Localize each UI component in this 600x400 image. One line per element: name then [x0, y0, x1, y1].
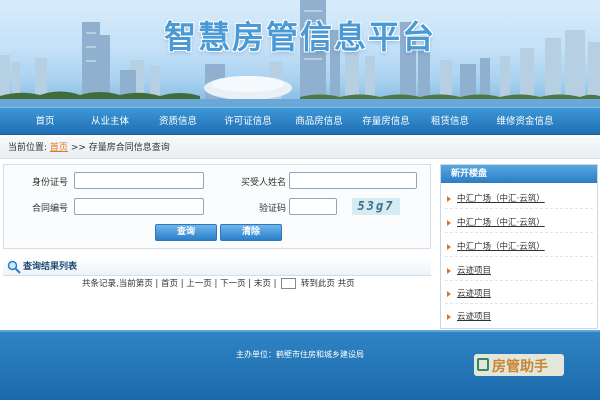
buyer-name-input[interactable] — [289, 172, 417, 189]
divider — [445, 303, 593, 304]
new-projects-panel: 新开楼盘 中汇广场（中汇·云筑） 中汇广场（中汇·云筑） 中汇广场（中汇·云筑）… — [440, 164, 598, 329]
captcha-input[interactable] — [289, 198, 337, 215]
arrow-bullet-icon — [447, 243, 451, 250]
nav-item-existing-housing[interactable]: 存量房信息 — [355, 108, 417, 135]
breadcrumb-separator: >> — [70, 143, 86, 153]
project-link-label: 云迹项目 — [457, 289, 492, 299]
search-form: 身份证号 买受人姓名 合同编号 验证码 53g7 查询 清除 — [3, 164, 431, 249]
arrow-bullet-icon — [447, 313, 451, 320]
header-banner: 智慧房管信息平台 — [0, 0, 600, 107]
divider — [445, 280, 593, 281]
pagination: 共条记录,当前第页 | 首页 | 上一页 | 下一页 | 末页 | 转到此页 共… — [82, 277, 355, 291]
app-logo-icon — [477, 358, 489, 371]
project-link[interactable]: 中汇广场（中汇·云筑） — [447, 240, 545, 252]
id-number-label: 身份证号 — [31, 178, 68, 188]
prev-page-link[interactable]: 上一页 — [186, 279, 212, 289]
id-number-input[interactable] — [74, 172, 204, 189]
last-page-link[interactable]: 末页 — [254, 279, 271, 289]
total-pages: 共页 — [337, 279, 355, 289]
arrow-bullet-icon — [447, 290, 451, 297]
first-page-link[interactable]: 首页 — [161, 279, 178, 289]
nav-item-qualifications[interactable]: 资质信息 — [148, 108, 208, 135]
goto-page-link[interactable]: 转到此页 — [301, 279, 335, 289]
query-button[interactable]: 查询 — [155, 224, 217, 241]
project-link-label: 中汇广场（中汇·云筑） — [457, 194, 545, 204]
captcha-label: 验证码 — [258, 204, 286, 214]
project-link-label: 云迹项目 — [457, 266, 492, 276]
buyer-name-label: 买受人姓名 — [240, 178, 286, 188]
results-header: 查询结果列表 — [3, 258, 431, 276]
watermark-text: 房管助手 — [492, 359, 548, 375]
project-link-label: 云迹项目 — [457, 312, 492, 322]
goto-page-input[interactable] — [281, 278, 297, 289]
nav-item-new-housing[interactable]: 商品房信息 — [288, 108, 350, 135]
divider — [445, 208, 593, 209]
pager-separator: | — [155, 279, 159, 289]
clear-button[interactable]: 清除 — [220, 224, 282, 241]
arrow-bullet-icon — [447, 267, 451, 274]
arrow-bullet-icon — [447, 219, 451, 226]
project-link[interactable]: 中汇广场（中汇·云筑） — [447, 216, 545, 228]
project-link[interactable]: 云迹项目 — [447, 310, 491, 322]
nav-item-rental[interactable]: 租赁信息 — [424, 108, 476, 135]
divider — [445, 256, 593, 257]
pager-info: 共条记录,当前第页 — [82, 279, 153, 289]
project-link[interactable]: 中汇广场（中汇·云筑） — [447, 192, 545, 204]
pager-separator: | — [273, 279, 277, 289]
next-page-link[interactable]: 下一页 — [220, 279, 246, 289]
watermark: 房管助手 — [474, 354, 564, 376]
pager-separator: | — [214, 279, 218, 289]
project-link-label: 中汇广场（中汇·云筑） — [457, 218, 545, 228]
project-link[interactable]: 云迹项目 — [447, 287, 491, 299]
nav-item-practitioners[interactable]: 从业主体 — [80, 108, 140, 135]
pager-separator: | — [248, 279, 252, 289]
nav-item-permits[interactable]: 许可证信息 — [215, 108, 281, 135]
arrow-bullet-icon — [447, 195, 451, 202]
contract-number-input[interactable] — [74, 198, 204, 215]
main-nav: 首页 从业主体 资质信息 许可证信息 商品房信息 存量房信息 租赁信息 维修资金… — [0, 107, 600, 135]
breadcrumb-current: 存量房合同信息查询 — [88, 143, 170, 153]
breadcrumb-prefix: 当前位置: — [8, 143, 48, 153]
results-title: 查询结果列表 — [23, 262, 78, 272]
breadcrumb-home-link[interactable]: 首页 — [50, 143, 68, 153]
project-link-label: 中汇广场（中汇·云筑） — [457, 242, 545, 252]
contract-number-label: 合同编号 — [31, 204, 68, 214]
captcha-image[interactable]: 53g7 — [352, 198, 400, 215]
nav-item-home[interactable]: 首页 — [20, 108, 70, 135]
breadcrumb: 当前位置: 首页 >> 存量房合同信息查询 — [0, 137, 600, 159]
search-icon — [7, 260, 21, 274]
site-title: 智慧房管信息平台 — [163, 18, 436, 56]
project-link[interactable]: 云迹项目 — [447, 264, 491, 276]
nav-item-maintenance-fund[interactable]: 维修资金信息 — [485, 108, 565, 135]
pager-separator: | — [180, 279, 184, 289]
new-projects-title: 新开楼盘 — [441, 165, 597, 183]
divider — [445, 232, 593, 233]
